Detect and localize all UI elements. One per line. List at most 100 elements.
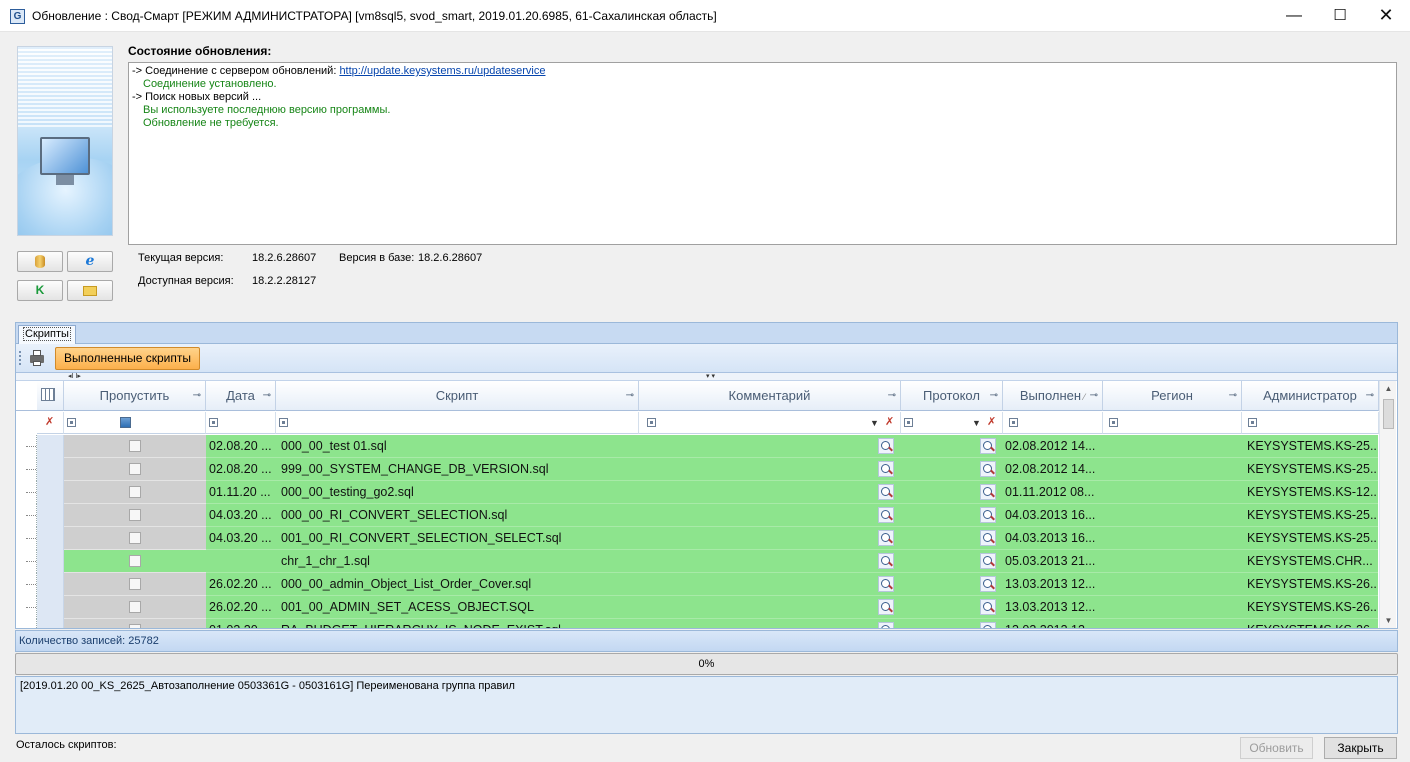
column-header-protocol[interactable]: Протокол ⊸ [901, 381, 1003, 411]
clear-filter-icon[interactable]: ✗ [45, 415, 54, 428]
print-icon[interactable] [28, 349, 46, 367]
scroll-up-icon[interactable]: ▲ [1380, 381, 1397, 397]
close-button[interactable]: Закрыть [1324, 737, 1397, 759]
skip-checkbox[interactable] [129, 555, 141, 567]
admin-cell: KEYSYSTEMS.KS-26... [1247, 600, 1377, 614]
scroll-down-icon[interactable]: ▼ [1380, 613, 1397, 628]
protocol-view-icon[interactable] [980, 461, 996, 477]
clear-filter-icon[interactable]: ✗ [987, 415, 996, 428]
filter-script[interactable] [276, 412, 639, 434]
maximize-button[interactable]: ☐ [1317, 0, 1363, 32]
keysystems-button[interactable]: K [17, 280, 63, 301]
comment-view-icon[interactable] [878, 576, 894, 592]
table-row[interactable]: 02.08.20 ... 000_00_test 01.sql 02.08.20… [16, 435, 1378, 458]
table-row[interactable]: 01.11.20 ... 000_00_testing_go2.sql 01.1… [16, 481, 1378, 504]
filter-comment[interactable]: ▼ ✗ [639, 412, 901, 434]
close-window-button[interactable]: ✕ [1363, 0, 1409, 32]
filter-condition-icon[interactable] [1109, 418, 1118, 427]
date-cell: 04.03.20 ... [209, 508, 272, 522]
skip-checkbox[interactable] [129, 532, 141, 544]
skip-checkbox[interactable] [129, 509, 141, 521]
dropdown-arrow-icon[interactable]: ▼ [972, 418, 981, 428]
pin-icon[interactable]: ⊸ [1229, 381, 1237, 410]
filter-skip[interactable] [64, 412, 206, 434]
protocol-view-icon[interactable] [980, 507, 996, 523]
log-line: Обновление не требуется. [143, 117, 279, 129]
filter-condition-icon[interactable] [279, 418, 288, 427]
comment-view-icon[interactable] [878, 484, 894, 500]
column-header-skip[interactable]: Пропустить ⊸ [64, 381, 206, 411]
filter-condition-icon[interactable] [1009, 418, 1018, 427]
skip-checkbox[interactable] [129, 463, 141, 475]
skip-checkbox[interactable] [129, 624, 141, 628]
pin-icon[interactable]: ⊸ [888, 381, 896, 410]
grid-vertical-scrollbar[interactable]: ▲ ▼ [1379, 381, 1397, 628]
filter-condition-icon[interactable] [904, 418, 913, 427]
protocol-view-icon[interactable] [980, 530, 996, 546]
protocol-view-icon[interactable] [980, 576, 996, 592]
table-row[interactable]: 26.02.20 ... 000_00_admin_Object_List_Or… [16, 573, 1378, 596]
table-row[interactable]: 26.02.20 ... 001_00_ADMIN_SET_ACESS_OBJE… [16, 596, 1378, 619]
update-server-link[interactable]: http://update.keysystems.ru/updateservic… [339, 65, 545, 77]
pin-icon[interactable]: ⊸ [193, 381, 201, 410]
filter-checkbox[interactable] [120, 417, 131, 428]
pin-icon[interactable]: ⊸ [1090, 381, 1098, 410]
executed-scripts-button[interactable]: Выполненные скрипты [55, 347, 200, 370]
table-row[interactable]: 04.03.20 ... 001_00_RI_CONVERT_SELECTION… [16, 527, 1378, 550]
admin-cell: KEYSYSTEMS.KS-25... [1247, 531, 1377, 545]
pin-icon[interactable]: ⊸ [990, 381, 998, 410]
pin-icon[interactable]: ⊸ [626, 381, 634, 410]
scroll-thumb[interactable] [1383, 399, 1394, 429]
column-header-region[interactable]: Регион ⊸ [1103, 381, 1242, 411]
browser-button[interactable]: e [67, 251, 113, 272]
protocol-view-icon[interactable] [980, 484, 996, 500]
table-row[interactable]: 04.03.20 ... 000_00_RI_CONVERT_SELECTION… [16, 504, 1378, 527]
filter-condition-icon[interactable] [209, 418, 218, 427]
protocol-view-icon[interactable] [980, 622, 996, 628]
database-button[interactable] [17, 251, 63, 272]
pin-icon[interactable]: ⊸ [1366, 381, 1374, 410]
skip-checkbox[interactable] [129, 578, 141, 590]
column-header-script[interactable]: Скрипт ⊸ [276, 381, 639, 411]
filter-clear-cell[interactable]: ✗ [37, 412, 64, 434]
column-header-admin[interactable]: Администратор ⊸ [1242, 381, 1379, 411]
filter-admin[interactable] [1242, 412, 1379, 434]
table-row[interactable]: 02.08.20 ... 999_00_SYSTEM_CHANGE_DB_VER… [16, 458, 1378, 481]
protocol-view-icon[interactable] [980, 438, 996, 454]
comment-view-icon[interactable] [878, 622, 894, 628]
skip-checkbox[interactable] [129, 440, 141, 452]
clear-filter-icon[interactable]: ✗ [885, 415, 894, 428]
protocol-view-icon[interactable] [980, 599, 996, 615]
group-panel[interactable]: ◂I I▸ ▾ ▾ [16, 373, 1397, 381]
folder-button[interactable] [67, 280, 113, 301]
column-chooser-icon[interactable] [41, 388, 55, 401]
comment-view-icon[interactable] [878, 599, 894, 615]
filter-condition-icon[interactable] [1248, 418, 1257, 427]
date-cell: 02.08.20 ... [209, 439, 272, 453]
filter-done[interactable] [1003, 412, 1103, 434]
filter-condition-icon[interactable] [647, 418, 656, 427]
filter-protocol[interactable]: ▼ ✗ [901, 412, 1003, 434]
comment-view-icon[interactable] [878, 461, 894, 477]
dropdown-arrow-icon[interactable]: ▼ [870, 418, 879, 428]
column-header-comment[interactable]: Комментарий ⊸ [639, 381, 901, 411]
table-row[interactable]: 01.03.20 ... RA_BUDGET_HIERARCHY_IS_NODE… [16, 619, 1378, 628]
skip-checkbox[interactable] [129, 601, 141, 613]
column-header-done[interactable]: Выполнен ⁄ ⊸ [1003, 381, 1103, 411]
filter-date[interactable] [206, 412, 276, 434]
toolbar-grip[interactable] [19, 351, 21, 365]
skip-checkbox[interactable] [129, 486, 141, 498]
update-button[interactable]: Обновить [1240, 737, 1313, 759]
comment-view-icon[interactable] [878, 553, 894, 569]
pin-icon[interactable]: ⊸ [263, 381, 271, 410]
filter-region[interactable] [1103, 412, 1242, 434]
tab-scripts[interactable]: Скрипты [18, 325, 76, 344]
minimize-button[interactable]: — [1271, 0, 1317, 32]
comment-view-icon[interactable] [878, 530, 894, 546]
column-header-date[interactable]: Дата ⊸ [206, 381, 276, 411]
table-row[interactable]: chr_1_chr_1.sql 05.03.2013 21... KEYSYST… [16, 550, 1378, 573]
filter-condition-icon[interactable] [67, 418, 76, 427]
protocol-view-icon[interactable] [980, 553, 996, 569]
comment-view-icon[interactable] [878, 438, 894, 454]
comment-view-icon[interactable] [878, 507, 894, 523]
